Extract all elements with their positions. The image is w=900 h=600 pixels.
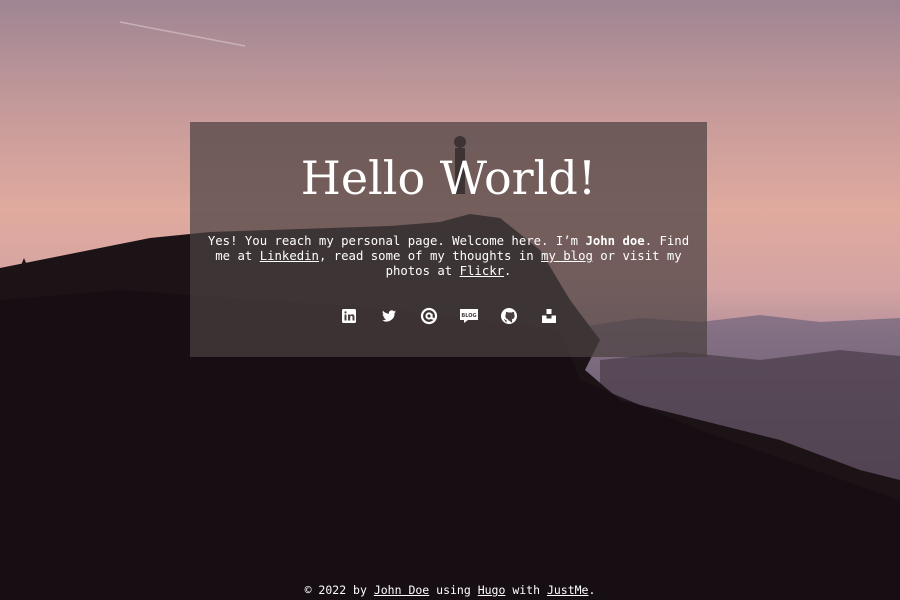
footer-hugo-link[interactable]: Hugo [478,583,506,597]
linkedin-link[interactable]: Linkedin [260,249,319,263]
linkedin-icon[interactable] [339,306,359,326]
intro-text: Yes! You reach my personal page. Welcome… [207,234,690,278]
blog-icon[interactable]: BLOG [459,306,479,326]
footer-theme-link[interactable]: JustMe [547,583,589,597]
social-icons: BLOG [190,306,707,326]
unsplash-icon[interactable] [539,306,559,326]
page-title: Hello World! [300,151,597,205]
intro-card: Hello World! Yes! You reach my personal … [190,122,707,357]
footer-author-link[interactable]: John Doe [374,583,429,597]
blog-icon-text: BLOG [461,313,476,319]
email-icon[interactable] [419,306,439,326]
footer: © 2022 by John Doe using Hugo with JustM… [304,583,596,597]
author-name: John doe [585,234,645,248]
flickr-link[interactable]: Flickr [460,264,504,278]
twitter-icon[interactable] [379,306,399,326]
github-icon[interactable] [499,306,519,326]
blog-link[interactable]: my blog [541,249,593,263]
